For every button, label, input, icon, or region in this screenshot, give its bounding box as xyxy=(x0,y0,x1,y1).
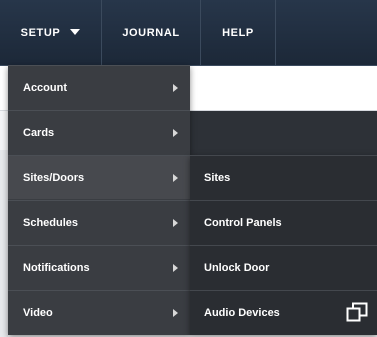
menu-item-account[interactable]: Account xyxy=(8,65,190,109)
chevron-right-icon xyxy=(173,83,178,92)
menu-item-label: Sites/Doors xyxy=(23,171,85,184)
nav-help-label: HELP xyxy=(222,26,254,39)
submenu-item-control-panels[interactable]: Control Panels xyxy=(190,200,377,245)
top-navigation-bar: SETUP JOURNAL HELP xyxy=(0,0,377,66)
nav-help[interactable]: HELP xyxy=(201,0,276,65)
chevron-down-icon xyxy=(70,28,81,35)
menu-item-video[interactable]: Video xyxy=(8,290,190,334)
chevron-right-icon xyxy=(173,128,178,137)
submenu-item-label: Audio Devices xyxy=(204,307,280,319)
menu-item-cards[interactable]: Cards xyxy=(8,110,190,154)
nav-journal[interactable]: JOURNAL xyxy=(102,0,201,65)
chevron-right-icon xyxy=(173,173,178,182)
nav-journal-label: JOURNAL xyxy=(122,26,180,39)
submenu-item-label: Sites xyxy=(204,172,231,184)
submenu-item-label: Control Panels xyxy=(204,217,282,229)
page-left-edge xyxy=(0,150,8,337)
setup-dropdown-menu: Account Cards Sites/Doors Schedules Noti… xyxy=(8,65,190,335)
menu-item-label: Video xyxy=(23,306,53,319)
menu-item-label: Notifications xyxy=(23,261,90,274)
chevron-right-icon xyxy=(173,218,178,227)
submenu-item-label: Unlock Door xyxy=(204,262,270,274)
menu-item-schedules[interactable]: Schedules xyxy=(8,200,190,244)
menu-item-sites-doors[interactable]: Sites/Doors xyxy=(8,155,190,199)
chevron-right-icon xyxy=(173,308,178,317)
menu-item-label: Schedules xyxy=(23,216,79,229)
submenu-item-unlock-door[interactable]: Unlock Door xyxy=(190,245,377,290)
menu-item-notifications[interactable]: Notifications xyxy=(8,245,190,289)
nav-setup[interactable]: SETUP xyxy=(0,0,102,65)
popout-window-icon[interactable] xyxy=(346,302,368,322)
page-dark-band xyxy=(185,111,377,155)
menu-item-label: Account xyxy=(23,81,67,94)
chevron-right-icon xyxy=(173,263,178,272)
nav-setup-label: SETUP xyxy=(20,26,61,39)
menu-item-label: Cards xyxy=(23,126,55,139)
submenu-item-sites[interactable]: Sites xyxy=(190,155,377,200)
app-screen: SETUP JOURNAL HELP Account Cards Sites/D… xyxy=(0,0,377,337)
